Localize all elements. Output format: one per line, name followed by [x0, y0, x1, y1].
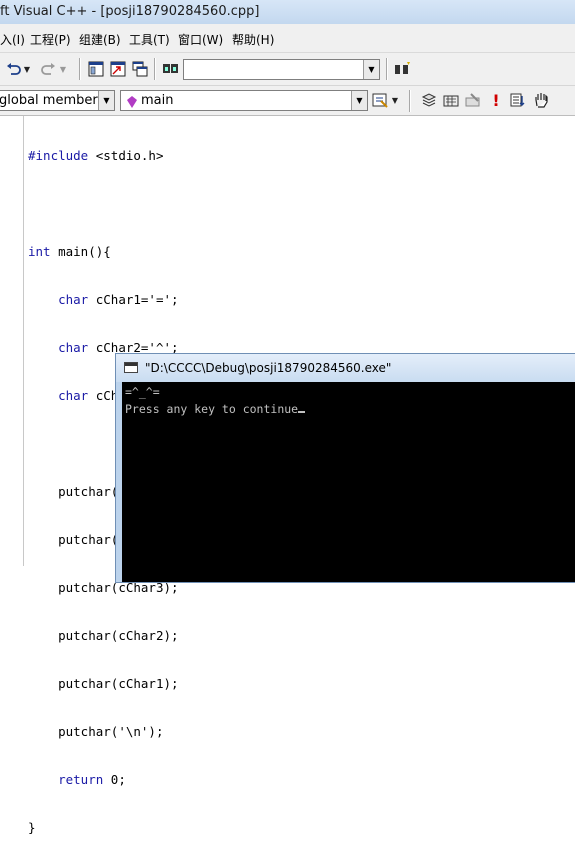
toolbar-separator — [79, 58, 81, 80]
editor-gutter[interactable] — [0, 116, 24, 566]
window-list-icon[interactable] — [130, 59, 150, 79]
redo-dropdown-icon[interactable]: ▼ — [58, 59, 68, 79]
method-icon — [127, 95, 137, 110]
code-line: putchar('\n'); — [58, 724, 164, 739]
toolbar-separator — [154, 58, 156, 80]
go-debug-icon[interactable] — [508, 90, 528, 110]
console-window[interactable]: "D:\CCCC\Debug\posji18790284560.exe" =^_… — [115, 353, 575, 583]
menu-build[interactable]: 组建(B) — [79, 31, 121, 48]
undo-dropdown-icon[interactable]: ▼ — [22, 59, 32, 79]
wizard-bar: global members ▼ main ▼ ▼ ! — [0, 86, 575, 116]
wizard-action-dropdown-icon[interactable]: ▼ — [389, 90, 401, 110]
console-output-line: Press any key to continue — [125, 401, 575, 418]
code-line: } — [28, 820, 36, 835]
menu-insert[interactable]: 入(I) — [0, 31, 25, 48]
toolbar-separator — [386, 58, 388, 80]
class-combo[interactable]: global members ▼ — [0, 90, 115, 111]
window-title: ft Visual C++ - [posji18790284560.cpp] — [0, 4, 260, 19]
console-title-bar[interactable]: "D:\CCCC\Debug\posji18790284560.exe" — [116, 354, 575, 382]
menu-project[interactable]: 工程(P) — [30, 31, 71, 48]
stop-build-icon[interactable] — [463, 90, 483, 110]
build-icon[interactable] — [441, 90, 461, 110]
code-line: #include <stdio.h> — [28, 148, 164, 163]
find-in-files-icon[interactable] — [161, 59, 181, 79]
menu-help[interactable]: 帮助(H) — [232, 31, 274, 48]
code-line: char cChar1='='; — [58, 292, 179, 307]
toolbar-separator — [409, 90, 411, 112]
member-combo[interactable]: main ▼ — [120, 90, 368, 111]
console-output[interactable]: =^_^= Press any key to continue — [122, 382, 575, 582]
menu-tools[interactable]: 工具(T) — [129, 31, 170, 48]
menu-window[interactable]: 窗口(W) — [178, 31, 223, 48]
find-combo[interactable]: ▼ — [183, 59, 380, 80]
standard-toolbar: ▼ ▼ ▼ — [0, 53, 575, 86]
app-title-bar: ft Visual C++ - [posji18790284560.cpp] — [0, 0, 575, 24]
output-window-icon[interactable] — [108, 59, 128, 79]
code-line: int main(){ — [28, 244, 111, 259]
redo-icon[interactable] — [38, 59, 58, 79]
find-binoculars-icon[interactable] — [392, 59, 412, 79]
class-combo-value: global members — [0, 93, 105, 108]
chevron-down-icon[interactable]: ▼ — [351, 91, 367, 110]
code-line: putchar(cChar1); — [58, 676, 179, 691]
workspace-icon[interactable] — [86, 59, 106, 79]
execute-icon[interactable]: ! — [486, 90, 506, 110]
console-output-line: =^_^= — [125, 385, 160, 399]
member-combo-value: main — [141, 93, 174, 108]
wizard-action-icon[interactable] — [370, 90, 390, 110]
code-line: putchar(cChar2); — [58, 628, 179, 643]
undo-icon[interactable] — [4, 59, 24, 79]
console-title: "D:\CCCC\Debug\posji18790284560.exe" — [145, 361, 392, 375]
compile-icon[interactable] — [419, 90, 439, 110]
chevron-down-icon[interactable]: ▼ — [98, 91, 114, 110]
hand-breakpoint-icon[interactable] — [531, 90, 551, 110]
text-cursor — [298, 411, 306, 413]
chevron-down-icon[interactable]: ▼ — [363, 60, 379, 79]
console-app-icon — [124, 362, 138, 373]
code-line: return 0; — [58, 772, 126, 787]
menu-bar: 入(I) 工程(P) 组建(B) 工具(T) 窗口(W) 帮助(H) — [0, 24, 575, 53]
